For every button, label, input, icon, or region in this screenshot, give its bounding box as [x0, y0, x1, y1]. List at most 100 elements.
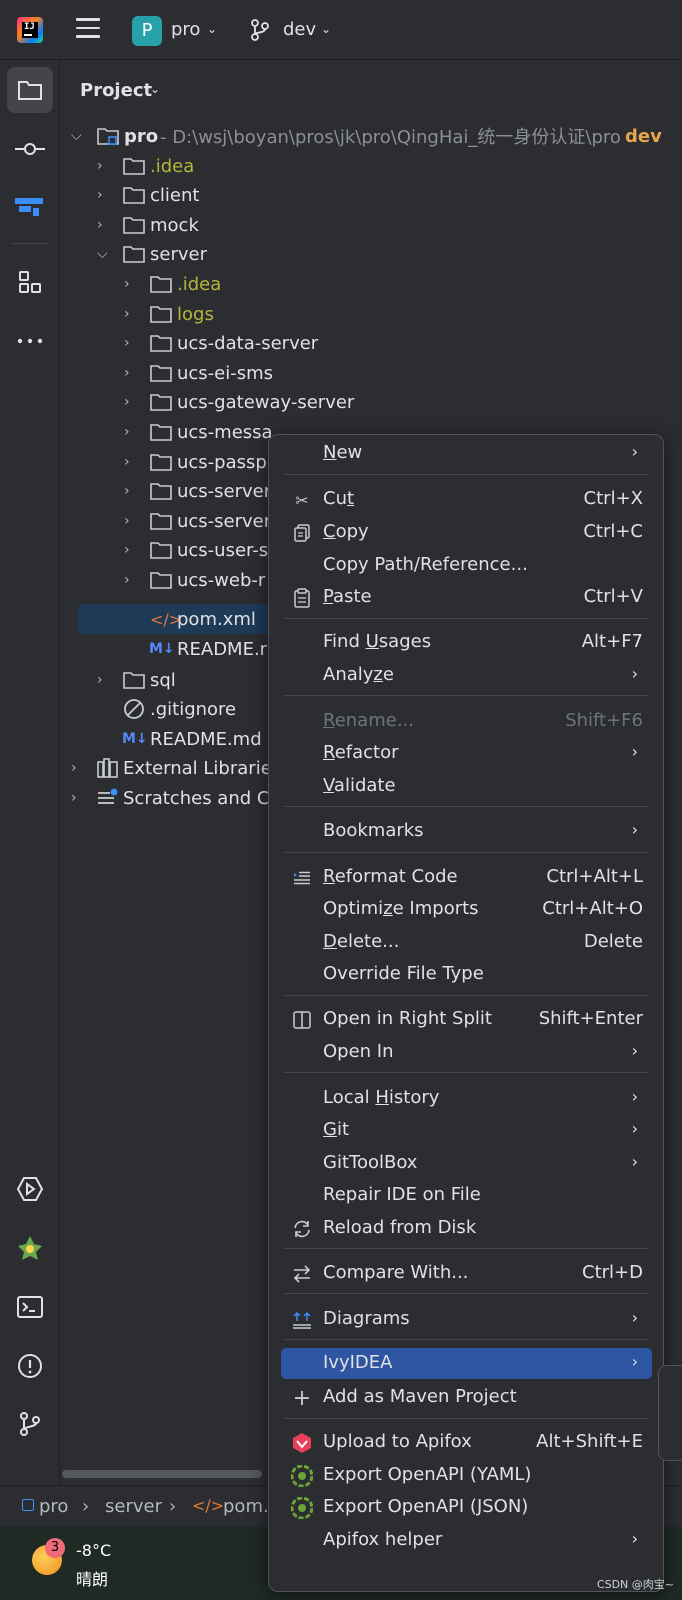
menu-item-new[interactable]: New ›	[281, 438, 652, 469]
menu-item-compare-with[interactable]: Compare With... Ctrl+D	[281, 1258, 652, 1289]
services-tool-icon[interactable]	[7, 1166, 53, 1212]
chevron-right-icon[interactable]: ›	[124, 424, 138, 440]
menu-item-diagrams[interactable]: Diagrams ›	[281, 1304, 652, 1335]
tree-row[interactable]: › .idea	[61, 151, 682, 181]
chevron-right-icon[interactable]: ›	[124, 335, 138, 351]
menu-item-paste[interactable]: Paste Ctrl+V	[281, 582, 652, 613]
menu-item-open-in[interactable]: Open In ›	[281, 1037, 652, 1068]
tree-label: pom.xml	[177, 608, 256, 630]
more-tools-icon[interactable]	[7, 318, 53, 364]
menu-item-copy[interactable]: Copy Ctrl+C	[281, 517, 652, 548]
folder-icon	[123, 158, 145, 175]
git-tool-icon[interactable]	[7, 1401, 53, 1447]
breadcrumb-item[interactable]: server	[105, 1496, 162, 1517]
chevron-right-icon[interactable]: ›	[97, 672, 111, 688]
project-name[interactable]: pro	[171, 19, 200, 40]
tree-label: README.r	[177, 638, 268, 660]
project-tool-icon[interactable]	[7, 67, 53, 113]
weather-condition[interactable]: 晴朗	[76, 1566, 108, 1590]
weather-temperature[interactable]: -8°C	[76, 1541, 111, 1560]
structure-plugin-icon[interactable]	[7, 184, 53, 230]
branch-name[interactable]: dev	[283, 19, 316, 40]
chevron-right-icon[interactable]: ›	[124, 394, 138, 410]
tree-row[interactable]: › .idea	[61, 269, 682, 299]
menu-item-analyze[interactable]: Analyze ›	[281, 660, 652, 691]
chevron-right-icon[interactable]: ›	[97, 217, 111, 233]
chevron-right-icon[interactable]: ›	[97, 158, 111, 174]
menu-item-apifox-helper[interactable]: Apifox helper ›	[281, 1525, 652, 1556]
tree-row[interactable]: › logs	[61, 299, 682, 329]
tree-row[interactable]: ⌵ server	[61, 239, 682, 269]
menu-item-copy-path[interactable]: Copy Path/Reference...	[281, 550, 652, 581]
menu-item-refactor[interactable]: Refactor ›	[281, 738, 652, 769]
menu-item-cut[interactable]: ✂ Cut Ctrl+X	[281, 484, 652, 515]
intellij-logo-icon[interactable]: IJ	[17, 17, 43, 43]
chevron-right-icon: ›	[631, 742, 638, 761]
divider	[284, 1248, 648, 1249]
chevron-right-icon[interactable]: ›	[124, 306, 138, 322]
tree-row[interactable]: › ucs-data-server	[61, 328, 682, 358]
tree-row[interactable]: › client	[61, 180, 682, 210]
menu-item-local-history[interactable]: Local History ›	[281, 1083, 652, 1114]
terminal-tool-icon[interactable]	[7, 1284, 53, 1330]
plugin-tool-icon[interactable]	[7, 1225, 53, 1271]
menu-item-ivyidea[interactable]: IvyIDEA ›	[281, 1348, 652, 1379]
project-badge[interactable]: P	[132, 16, 162, 46]
menu-item-bookmarks[interactable]: Bookmarks ›	[281, 816, 652, 847]
menu-item-add-maven-project[interactable]: + Add as Maven Project	[281, 1382, 652, 1413]
menu-item-optimize-imports[interactable]: Optimize Imports Ctrl+Alt+O	[281, 894, 652, 925]
tree-row[interactable]: › ucs-gateway-server	[61, 387, 682, 417]
compare-icon	[291, 1263, 313, 1285]
commit-tool-icon[interactable]	[7, 126, 53, 172]
chevron-down-icon[interactable]: ⌄	[321, 22, 331, 36]
menu-item-upload-apifox[interactable]: Upload to Apifox Alt+Shift+E	[281, 1427, 652, 1458]
folder-icon	[150, 365, 172, 382]
breadcrumb-item[interactable]: pro	[39, 1496, 68, 1517]
menu-item-find-usages[interactable]: Find Usages Alt+F7	[281, 627, 652, 658]
tree-row-selected[interactable]: </> pom.xml	[78, 604, 278, 634]
menu-item-delete[interactable]: Delete... Delete	[281, 927, 652, 958]
chevron-right-icon[interactable]: ›	[71, 790, 85, 806]
chevron-right-icon[interactable]: ›	[124, 513, 138, 529]
chevron-right-icon[interactable]: ›	[124, 542, 138, 558]
divider	[284, 1418, 648, 1419]
tree-row[interactable]: › mock	[61, 210, 682, 240]
chevron-right-icon: ›	[631, 1119, 638, 1138]
chevron-right-icon[interactable]: ›	[124, 572, 138, 588]
menu-item-override-file-type[interactable]: Override File Type	[281, 959, 652, 990]
menu-item-export-openapi-yaml[interactable]: Export OpenAPI (YAML)	[281, 1460, 652, 1491]
chevron-right-icon[interactable]: ›	[71, 760, 85, 776]
project-path: - D:\wsj\boyan\pros\jk\pro\QingHai_统一身份认…	[160, 127, 621, 148]
menu-item-open-right-split[interactable]: Open in Right Split Shift+Enter	[281, 1004, 652, 1035]
chevron-down-icon[interactable]: ⌄	[150, 82, 160, 96]
chevron-right-icon[interactable]: ›	[124, 454, 138, 470]
menu-item-validate[interactable]: Validate	[281, 771, 652, 802]
tree-row[interactable]: › ucs-ei-sms	[61, 358, 682, 388]
menu-item-git[interactable]: Git ›	[281, 1115, 652, 1146]
chevron-down-icon[interactable]: ⌵	[71, 128, 85, 144]
menu-item-gittoolbox[interactable]: GitToolBox ›	[281, 1148, 652, 1179]
apifox-icon	[291, 1432, 313, 1454]
tree-row-root[interactable]: ⌵ pro - D:\wsj\boyan\pros\jk\pro\QingHai…	[61, 121, 682, 151]
menu-item-reformat-code[interactable]: Reformat Code Ctrl+Alt+L	[281, 862, 652, 893]
menu-item-repair-ide[interactable]: Repair IDE on File	[281, 1180, 652, 1211]
chevron-right-icon[interactable]: ›	[124, 365, 138, 381]
horizontal-scrollbar[interactable]	[62, 1470, 262, 1478]
main-menu-icon[interactable]	[76, 18, 100, 40]
tree-label: ucs-web-r	[177, 569, 266, 591]
chevron-down-icon[interactable]: ⌄	[207, 22, 217, 36]
library-icon	[97, 758, 118, 778]
chevron-right-icon[interactable]: ›	[124, 483, 138, 499]
chevron-right-icon: ›	[82, 1496, 90, 1517]
chevron-right-icon: ›	[631, 1041, 638, 1060]
branch-icon[interactable]	[249, 18, 271, 42]
diagram-icon	[291, 1309, 313, 1331]
menu-item-export-openapi-json[interactable]: Export OpenAPI (JSON)	[281, 1492, 652, 1523]
problems-tool-icon[interactable]	[7, 1343, 53, 1389]
chevron-down-icon[interactable]: ⌵	[97, 246, 111, 262]
chevron-right-icon[interactable]: ›	[124, 276, 138, 292]
structure-tool-icon[interactable]	[7, 259, 53, 305]
menu-item-reload-from-disk[interactable]: Reload from Disk	[281, 1213, 652, 1244]
chevron-right-icon[interactable]: ›	[97, 187, 111, 203]
openapi-icon	[291, 1465, 313, 1487]
